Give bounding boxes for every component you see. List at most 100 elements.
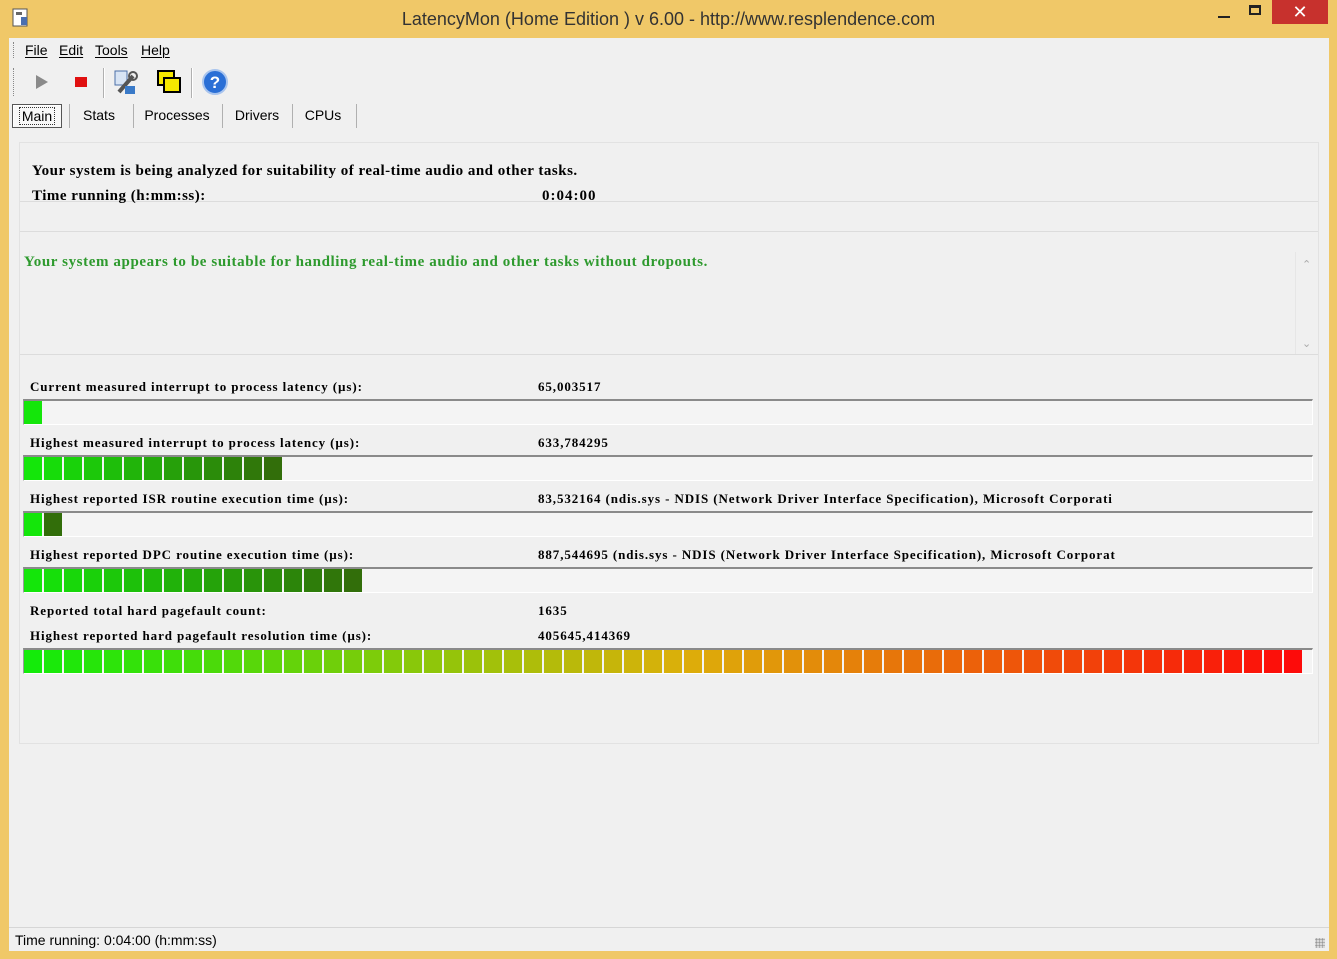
bar-segment <box>364 650 384 673</box>
bar-segment <box>184 650 204 673</box>
bar-segment <box>804 650 824 673</box>
bar-segment <box>1184 650 1204 673</box>
bar-segment <box>204 569 224 592</box>
menu-file[interactable]: File <box>25 42 48 58</box>
bar-segment <box>264 569 284 592</box>
menu-tools[interactable]: Tools <box>95 42 128 58</box>
verdict-scrollbar[interactable]: ⌃ ⌄ <box>1295 252 1318 354</box>
menu-edit[interactable]: Edit <box>59 42 83 58</box>
bar-segment <box>324 650 344 673</box>
tab-separator <box>292 104 293 128</box>
tab-processes[interactable]: Processes <box>139 104 215 126</box>
bar-segment <box>1064 650 1084 673</box>
bar-segment <box>44 457 64 480</box>
help-icon[interactable]: ? <box>201 68 229 96</box>
bar-segment <box>504 650 524 673</box>
metric-value: 83,532164 (ndis.sys - NDIS (Network Driv… <box>538 491 1113 506</box>
wrench-icon[interactable] <box>111 68 139 96</box>
bar-segment <box>144 569 164 592</box>
title-bar: LatencyMon (Home Edition ) v 6.00 - http… <box>0 0 1337 38</box>
bar-segment <box>1244 650 1264 673</box>
main-panel: Your system is being analyzed for suitab… <box>19 142 1319 744</box>
bar-segment <box>1084 650 1104 673</box>
bar-segment <box>184 569 204 592</box>
metric-label: Highest reported DPC routine execution t… <box>30 547 355 562</box>
bar-segment <box>1124 650 1144 673</box>
bar-segment <box>384 650 404 673</box>
svg-text:?: ? <box>210 73 220 92</box>
tab-label: Main <box>18 107 56 125</box>
bar-segment <box>224 457 244 480</box>
bar-segment <box>784 650 804 673</box>
bar-segment <box>264 650 284 673</box>
metric-value: 65,003517 <box>538 379 602 394</box>
menu-bar: File Edit Tools Help <box>9 38 1329 62</box>
bar-segment <box>244 569 264 592</box>
tab-stats[interactable]: Stats <box>73 104 125 126</box>
bar-segment <box>24 401 44 424</box>
bar-segment <box>84 457 104 480</box>
bar-segment <box>884 650 904 673</box>
stop-icon[interactable] <box>67 68 95 96</box>
bar-segment <box>524 650 544 673</box>
latency-bar <box>23 455 1313 481</box>
time-running-value: 0:04:00 <box>542 188 597 204</box>
status-text: Time running: 0:04:00 (h:mm:ss) <box>15 932 217 948</box>
metric-label: Reported total hard pagefault count: <box>30 603 267 618</box>
bar-segment <box>224 569 244 592</box>
menu-help[interactable]: Help <box>141 42 170 58</box>
bar-segment <box>224 650 244 673</box>
metric-value: 633,784295 <box>538 435 609 450</box>
bar-segment <box>244 650 264 673</box>
analysis-header: Your system is being analyzed for suitab… <box>20 143 1318 204</box>
play-icon[interactable] <box>27 68 55 96</box>
bar-segment <box>1264 650 1284 673</box>
bar-segment <box>964 650 984 673</box>
bar-segment <box>44 650 64 673</box>
bar-segment <box>264 457 284 480</box>
windows-icon[interactable] <box>155 68 183 96</box>
bar-segment <box>624 650 644 673</box>
bar-segment <box>124 650 144 673</box>
bar-segment <box>1144 650 1164 673</box>
tab-cpus[interactable]: CPUs <box>297 104 349 126</box>
bar-segment <box>184 457 204 480</box>
bar-segment <box>1044 650 1064 673</box>
minimize-button[interactable] <box>1208 0 1240 24</box>
bar-segment <box>244 457 264 480</box>
time-running-label: Time running (h:mm:ss): <box>32 188 206 204</box>
bar-segment <box>604 650 624 673</box>
resize-grip[interactable] <box>1315 938 1325 948</box>
scroll-down-icon[interactable]: ⌄ <box>1302 337 1311 350</box>
maximize-icon <box>1249 5 1261 15</box>
bar-segment <box>1284 650 1304 673</box>
bar-segment <box>324 569 344 592</box>
latency-bar <box>23 399 1313 425</box>
bar-segment <box>764 650 784 673</box>
close-button[interactable]: ✕ <box>1272 0 1328 24</box>
metric-value: 887,544695 (ndis.sys - NDIS (Network Dri… <box>538 547 1116 562</box>
close-icon: ✕ <box>1292 2 1308 22</box>
bar-segment <box>344 650 364 673</box>
tab-separator <box>69 104 70 128</box>
bar-segment <box>904 650 924 673</box>
tab-main[interactable]: Main <box>12 104 62 128</box>
metric-label: Highest reported ISR routine execution t… <box>30 491 350 506</box>
bar-segment <box>84 569 104 592</box>
latency-bar <box>23 567 1313 593</box>
bar-segment <box>584 650 604 673</box>
bar-segment <box>944 650 964 673</box>
toolbar: ? <box>9 64 1329 100</box>
bar-segment <box>144 457 164 480</box>
bar-segment <box>104 569 124 592</box>
bar-segment <box>464 650 484 673</box>
maximize-button[interactable] <box>1240 0 1272 24</box>
scroll-up-icon[interactable]: ⌃ <box>1302 258 1311 271</box>
bar-segment <box>424 650 444 673</box>
bar-fill <box>24 569 364 592</box>
bar-segment <box>344 569 364 592</box>
bar-segment <box>164 650 184 673</box>
analysis-message: Your system is being analyzed for suitab… <box>32 163 578 179</box>
tab-drivers[interactable]: Drivers <box>227 104 287 126</box>
bar-fill <box>24 457 284 480</box>
